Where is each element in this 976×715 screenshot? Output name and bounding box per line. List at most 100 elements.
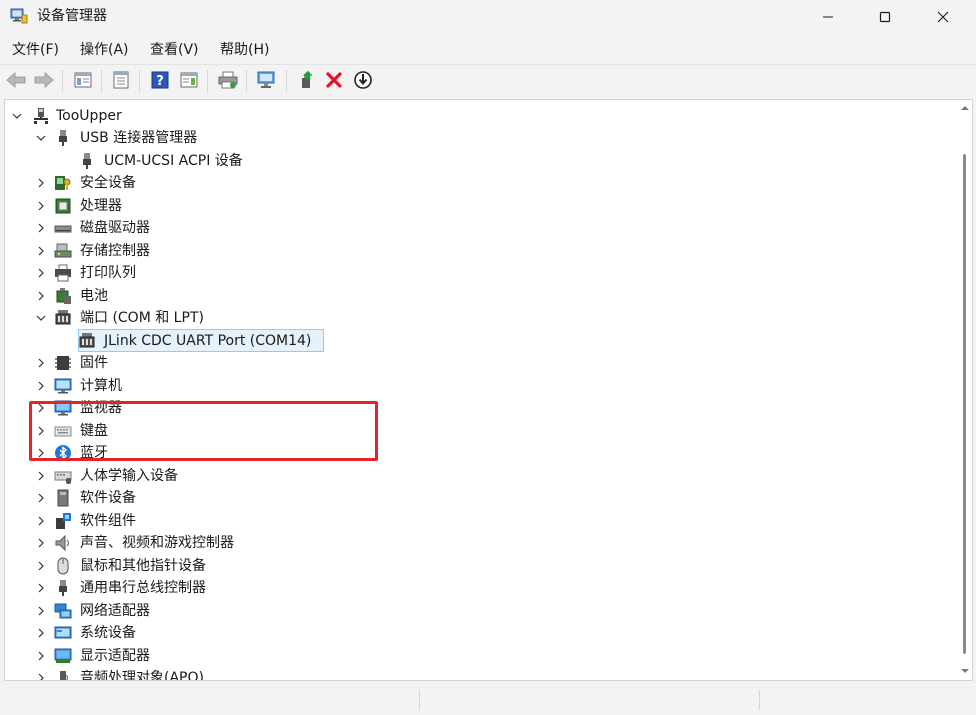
battery-icon	[56, 287, 71, 304]
chevron-right-icon[interactable]	[35, 582, 47, 594]
tree-item[interactable]: 系统设备	[5, 622, 605, 644]
status-segment	[420, 690, 760, 710]
disable-device-icon	[354, 71, 372, 89]
maximize-button[interactable]	[862, 0, 908, 34]
chevron-right-icon[interactable]	[35, 560, 47, 572]
tree-item[interactable]: USB 连接器管理器	[5, 127, 605, 149]
tree-item[interactable]: 通用串行总线控制器	[5, 577, 605, 599]
chevron-right-icon[interactable]	[35, 672, 47, 681]
tree-item[interactable]: 处理器	[5, 195, 605, 217]
menu-file[interactable]: 文件(F)	[12, 40, 59, 60]
uninstall-device-icon	[326, 72, 342, 88]
back-button[interactable]	[5, 69, 27, 91]
tree-item[interactable]: 音频处理对象(APO)	[5, 667, 605, 681]
scroll-thumb[interactable]	[963, 154, 966, 654]
tree-item-label: 通用串行总线控制器	[80, 580, 206, 596]
forward-button[interactable]	[33, 69, 55, 91]
tree-item[interactable]: 人体学输入设备	[5, 465, 605, 487]
tree-item[interactable]: 显示适配器	[5, 645, 605, 667]
update-driver-button[interactable]	[296, 69, 318, 91]
chevron-right-icon[interactable]	[35, 650, 47, 662]
port-icon	[55, 310, 71, 325]
chevron-right-icon[interactable]	[35, 515, 47, 527]
svg-text:?: ?	[156, 74, 164, 89]
close-icon	[937, 11, 949, 23]
vertical-scrollbar[interactable]	[957, 100, 972, 680]
tree-item[interactable]: 软件设备	[5, 487, 605, 509]
maximize-icon	[879, 11, 891, 23]
console-tree-button[interactable]	[72, 69, 94, 91]
tree-root-label: TooUpper	[56, 108, 122, 124]
tree-item-label: 鼠标和其他指针设备	[80, 557, 206, 574]
print-button[interactable]	[217, 69, 239, 91]
tree-item[interactable]: 存储控制器	[5, 240, 605, 262]
chevron-right-icon[interactable]	[35, 537, 47, 549]
print-icon	[218, 71, 238, 89]
toolbar-separator	[246, 70, 247, 92]
chevron-down-icon[interactable]	[35, 312, 47, 324]
tree-item[interactable]: 端口 (COM 和 LPT)	[5, 307, 605, 329]
chevron-right-icon[interactable]	[35, 605, 47, 617]
menu-view[interactable]: 查看(V)	[150, 40, 199, 60]
update-driver-icon	[302, 70, 313, 88]
tree-item[interactable]: 打印队列	[5, 262, 605, 284]
chevron-right-icon[interactable]	[35, 470, 47, 482]
chevron-right-icon[interactable]	[35, 357, 47, 369]
status-bar	[0, 684, 976, 715]
minimize-icon	[823, 16, 833, 18]
chevron-right-icon[interactable]	[35, 200, 47, 212]
tree-item[interactable]: 声音、视频和游戏控制器	[5, 532, 605, 554]
tree-item[interactable]: 磁盘驱动器	[5, 217, 605, 239]
tree-item-label: 固件	[80, 355, 108, 371]
chevron-right-icon[interactable]	[35, 245, 47, 257]
device-tree-pane: TooUpper USB 连接器管理器 UCM-UCSI ACPI 设备 安全设备处…	[4, 99, 973, 681]
toolbar-separator	[139, 70, 140, 92]
properties-button[interactable]	[110, 69, 132, 91]
chevron-right-icon[interactable]	[35, 177, 47, 189]
tree-item[interactable]: 软件组件	[5, 510, 605, 532]
action-pane-button[interactable]	[178, 69, 200, 91]
tree-item-label: USB 连接器管理器	[80, 130, 198, 146]
chevron-right-icon[interactable]	[35, 492, 47, 504]
scan-hardware-button[interactable]	[256, 69, 278, 91]
help-button[interactable]: ?	[149, 69, 171, 91]
tree-item[interactable]: 固件	[5, 352, 605, 374]
uninstall-device-button[interactable]	[323, 69, 345, 91]
menu-help[interactable]: 帮助(H)	[220, 40, 269, 60]
usb-connector-icon	[83, 152, 91, 169]
tree-root[interactable]: TooUpper	[5, 105, 305, 127]
tree-item-label: 端口 (COM 和 LPT)	[80, 310, 204, 326]
chevron-right-icon[interactable]	[35, 290, 47, 302]
disable-device-button[interactable]	[352, 69, 374, 91]
chevron-right-icon[interactable]	[35, 222, 47, 234]
tree-item[interactable]: 计算机	[5, 375, 605, 397]
tree-item[interactable]: 网络适配器	[5, 600, 605, 622]
tree-item-selected[interactable]: JLink CDC UART Port (COM14)	[5, 330, 605, 352]
tree-item-label: 电池	[80, 287, 108, 304]
chevron-down-icon[interactable]	[35, 132, 47, 144]
close-button[interactable]	[920, 0, 966, 34]
annotation-highlight-box	[29, 401, 378, 461]
status-segment	[0, 690, 420, 710]
scroll-down-arrow-icon[interactable]	[960, 666, 970, 676]
tree-item[interactable]: 电池	[5, 285, 605, 307]
chevron-right-icon[interactable]	[35, 380, 47, 392]
chevron-down-icon[interactable]	[11, 110, 23, 122]
chevron-right-icon[interactable]	[35, 267, 47, 279]
processor-icon	[55, 198, 71, 213]
tree-item[interactable]: UCM-UCSI ACPI 设备	[5, 150, 605, 172]
tree-item-label: 存储控制器	[80, 242, 150, 259]
usb-controller-icon	[59, 580, 67, 596]
tree-item[interactable]: 安全设备	[5, 172, 605, 194]
hid-icon	[54, 471, 72, 484]
minimize-button[interactable]	[805, 0, 851, 34]
firmware-icon	[55, 356, 71, 370]
mouse-icon	[57, 557, 69, 574]
device-tree: TooUpper USB 连接器管理器 UCM-UCSI ACPI 设备 安全设备处…	[5, 100, 972, 681]
network-adapter-icon	[54, 603, 72, 618]
chevron-right-icon[interactable]	[35, 627, 47, 639]
scroll-up-arrow-icon[interactable]	[960, 103, 970, 113]
tree-item[interactable]: 鼠标和其他指针设备	[5, 555, 605, 577]
menu-action[interactable]: 操作(A)	[80, 40, 129, 60]
speaker-icon	[55, 534, 70, 552]
